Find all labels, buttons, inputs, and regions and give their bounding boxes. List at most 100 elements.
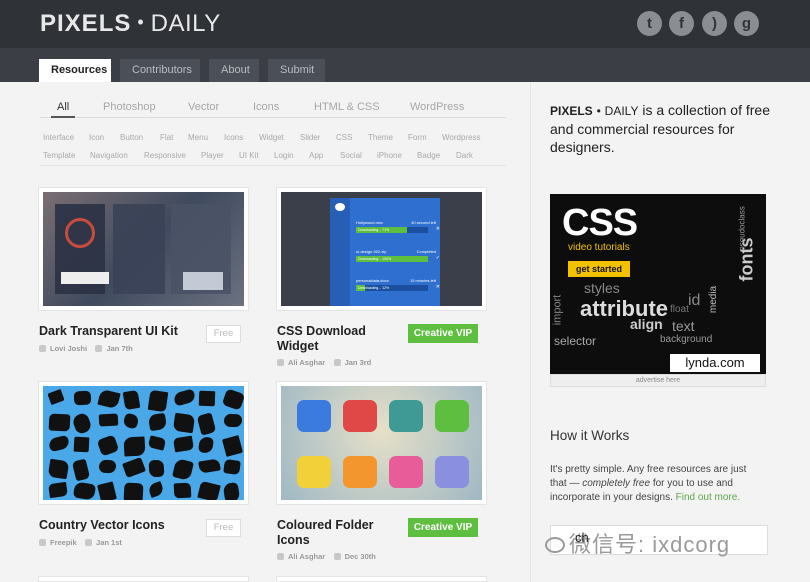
tag-ui-kit[interactable]: UI Kit [239, 151, 259, 160]
card-title[interactable]: Coloured Folder Icons [277, 518, 397, 548]
country-silhouette-icon [98, 459, 117, 474]
tab-contributors[interactable]: Contributors [120, 59, 200, 82]
tag-iphone[interactable]: iPhone [377, 151, 402, 160]
filter-all[interactable]: All [50, 101, 76, 118]
tag-icons[interactable]: Icons [224, 133, 243, 142]
tag-slider[interactable]: Slider [300, 133, 320, 142]
calendar-icon [95, 345, 103, 352]
card-meta: Lovi Joshi Jan 7th [39, 344, 133, 353]
calendar-icon [333, 359, 341, 366]
tag-dark[interactable]: Dark [456, 151, 473, 160]
calendar-icon [85, 539, 93, 546]
country-silhouette-icon [47, 434, 71, 453]
cloud-icon [335, 203, 345, 211]
country-silhouette-icon [223, 458, 241, 476]
card-title[interactable]: Dark Transparent UI Kit [39, 324, 209, 339]
rss-icon[interactable]: ) [702, 11, 727, 36]
twitter-icon[interactable]: t [637, 11, 662, 36]
widget-sidebar [330, 198, 350, 306]
card-date: Jan 7th [106, 344, 133, 353]
country-silhouette-icon [47, 458, 70, 480]
tag-menu[interactable]: Menu [188, 133, 208, 142]
card-thumbnail-dark-ui-kit[interactable] [38, 187, 249, 311]
country-silhouette-icon [71, 458, 91, 482]
tag-button[interactable]: Button [120, 133, 143, 142]
filter-vector[interactable]: Vector [188, 101, 219, 113]
ad-word: import [551, 294, 564, 326]
ad-word: pseudoclass [737, 206, 747, 251]
country-silhouette-icon [47, 388, 65, 406]
ad-word: float [670, 304, 689, 315]
card-thumbnail-folder-icons[interactable] [276, 381, 487, 505]
tag-login[interactable]: Login [274, 151, 294, 160]
advertise-here-link[interactable]: advertise here [550, 374, 766, 387]
tag-template[interactable]: Template [43, 151, 75, 160]
ad-word: styles [584, 280, 620, 296]
tag-wordpress[interactable]: Wordpress [442, 133, 481, 142]
tag-player[interactable]: Player [201, 151, 224, 160]
ad-word: align [630, 316, 663, 332]
country-silhouette-icon [147, 480, 165, 499]
card-thumbnail-css-download[interactable]: Hollywood.mov 40 second left Downloading.… [276, 187, 487, 311]
close-icon[interactable]: ✕ [436, 226, 440, 232]
googleplus-icon[interactable]: g [734, 11, 759, 36]
wechat-watermark: 微信号: ixdcorg [545, 527, 730, 559]
free-badge[interactable]: Free [206, 325, 241, 343]
card-date: Jan 3rd [344, 358, 372, 367]
tag-app[interactable]: App [309, 151, 323, 160]
facebook-icon[interactable]: f [669, 11, 694, 36]
ad-headline: CSS [562, 202, 638, 244]
tag-interface[interactable]: Interface [43, 133, 74, 142]
card-author[interactable]: Lovi Joshi [50, 344, 87, 353]
main-nav: Resources Contributors About Submit [0, 48, 810, 82]
card-title[interactable]: CSS Download Widget [277, 324, 397, 354]
tab-about[interactable]: About [209, 59, 259, 82]
filter-icons[interactable]: Icons [253, 101, 279, 113]
ad-cta-button[interactable]: get started [568, 261, 630, 277]
filter-photoshop[interactable]: Photoshop [103, 101, 156, 113]
filter-html-css[interactable]: HTML & CSS [314, 101, 380, 113]
how-it-works-text: It's pretty simple. Any free resources a… [550, 463, 762, 505]
tag-form[interactable]: Form [408, 133, 427, 142]
card-thumbnail-country-icons[interactable] [38, 381, 249, 505]
sidebar-divider [530, 82, 531, 582]
creative-vip-badge[interactable]: Creative VIP [408, 518, 478, 537]
how-it-works-title: How it Works [550, 428, 630, 443]
country-silhouette-icon [148, 459, 165, 478]
free-badge[interactable]: Free [206, 519, 241, 537]
tab-resources[interactable]: Resources [39, 59, 111, 82]
ad-word: media [708, 285, 720, 314]
user-icon [277, 553, 284, 560]
blue-folder-icon [297, 400, 331, 432]
tag-responsive[interactable]: Responsive [144, 151, 186, 160]
country-silhouette-icon [122, 389, 141, 411]
card-title[interactable]: Country Vector Icons [39, 518, 209, 533]
tag-social[interactable]: Social [340, 151, 362, 160]
lynda-ad-banner[interactable]: CSS video tutorials get started styles a… [550, 194, 766, 374]
country-silhouette-icon [48, 413, 71, 432]
country-silhouette-icon [122, 412, 140, 430]
tag-navigation[interactable]: Navigation [90, 151, 128, 160]
tag-badge[interactable]: Badge [417, 151, 440, 160]
site-logo[interactable]: PIXELS • DAILY [40, 10, 221, 38]
tag-flat[interactable]: Flat [160, 133, 173, 142]
tag-css[interactable]: CSS [336, 133, 352, 142]
orange-folder-icon [343, 456, 377, 488]
country-silhouette-icon [123, 482, 144, 500]
card-author[interactable]: Ali Asghar [288, 358, 325, 367]
download-bar-label: Downloading... 12% [358, 286, 390, 290]
close-icon[interactable]: ✕ [436, 284, 440, 290]
input-sample [61, 272, 109, 284]
tab-submit[interactable]: Submit [268, 59, 325, 82]
find-out-more-link[interactable]: Find out more. [676, 492, 740, 503]
creative-vip-badge[interactable]: Creative VIP [408, 324, 478, 343]
country-silhouette-icon [221, 388, 244, 411]
tag-icon[interactable]: Icon [89, 133, 104, 142]
tag-widget[interactable]: Widget [259, 133, 284, 142]
download-row-1: Hollywood.mov 40 second left Downloading.… [356, 220, 440, 233]
card-author[interactable]: Freepik [50, 538, 77, 547]
tag-theme[interactable]: Theme [368, 133, 393, 142]
pink-folder-icon [389, 456, 423, 488]
filter-wordpress[interactable]: WordPress [410, 101, 464, 113]
card-author[interactable]: Ali Asghar [288, 552, 325, 561]
